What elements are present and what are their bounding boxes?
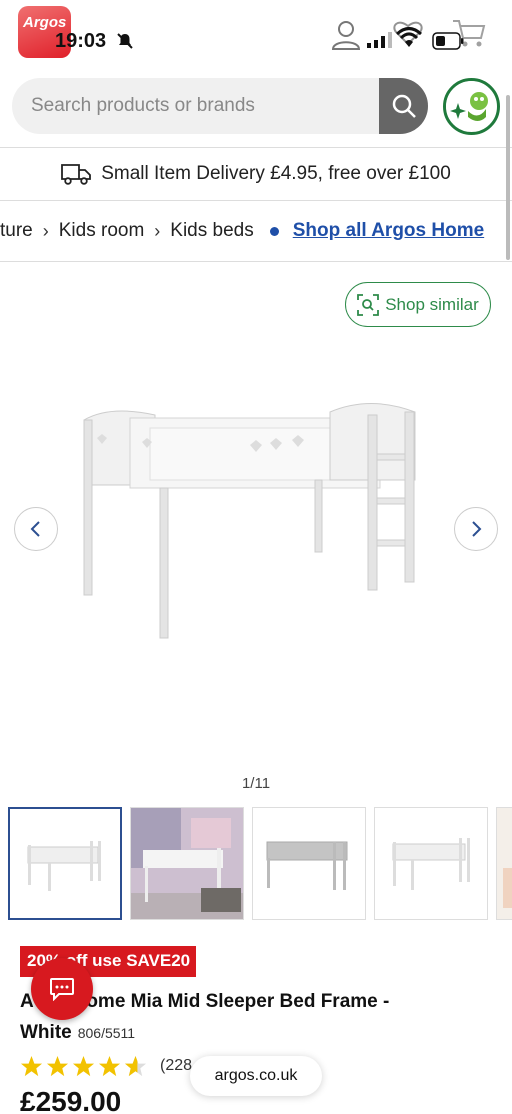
product-sku: 806/5511	[77, 1025, 136, 1041]
browser-url-pill[interactable]: argos.co.uk	[190, 1056, 322, 1096]
avatar-image	[446, 81, 496, 131]
rating-count: (228	[160, 1057, 193, 1074]
scrollbar[interactable]	[506, 95, 510, 260]
chevron-left-icon	[30, 521, 40, 537]
star-icon	[98, 1055, 121, 1076]
shop-all-argos-home-link[interactable]: Shop all Argos Home	[293, 220, 484, 242]
cart-icon[interactable]	[452, 18, 486, 48]
search-icon	[392, 94, 416, 118]
search-input[interactable]	[12, 78, 380, 134]
chat-button[interactable]	[31, 958, 93, 1020]
visual-search-icon	[357, 293, 380, 316]
thumbnail-strip	[8, 807, 512, 922]
thumbnail-image	[392, 838, 470, 890]
status-bar: Argos 19:03	[0, 0, 512, 70]
breadcrumb-item[interactable]: Kids room	[59, 220, 145, 242]
delivery-banner[interactable]: Small Item Delivery £4.95, free over £10…	[0, 148, 512, 200]
previous-image-button[interactable]	[14, 507, 58, 551]
shop-similar-label: Shop similar	[385, 294, 479, 314]
chevron-right-icon: ›	[154, 220, 161, 241]
thumbnail[interactable]	[8, 807, 122, 920]
bullet-dot	[269, 226, 279, 236]
divider	[0, 261, 512, 262]
chat-icon	[50, 978, 74, 1001]
breadcrumb-item[interactable]: Kids beds	[170, 220, 253, 242]
thumbnail-image	[266, 841, 348, 890]
product-title-line2: White	[20, 1022, 72, 1043]
delivery-van-icon	[61, 164, 92, 185]
thumbnail-image	[497, 808, 512, 919]
rating[interactable]: (228	[20, 1053, 192, 1079]
signal-icon	[367, 32, 392, 48]
product-price: £259.00	[20, 1086, 122, 1114]
shop-similar-button[interactable]: Shop similar	[345, 282, 491, 327]
account-icon[interactable]	[330, 20, 362, 50]
wifi-icon	[396, 27, 422, 47]
breadcrumb-item[interactable]: ture	[0, 220, 33, 242]
image-counter: 1/11	[241, 775, 271, 792]
product-image[interactable]	[70, 390, 440, 650]
search-bar	[12, 78, 428, 134]
delivery-text: Small Item Delivery £4.95, free over £10…	[101, 163, 451, 184]
thumbnail[interactable]	[374, 807, 488, 920]
thumbnail[interactable]	[252, 807, 366, 920]
star-icon	[46, 1055, 69, 1076]
thumbnail[interactable]	[130, 807, 244, 920]
star-icon	[72, 1055, 95, 1076]
status-time: 19:03	[55, 30, 107, 52]
chevron-right-icon: ›	[42, 220, 49, 241]
avatar[interactable]	[443, 78, 500, 135]
thumbnail-image	[131, 808, 243, 919]
star-half-icon	[124, 1055, 147, 1076]
thumbnail[interactable]	[496, 807, 512, 920]
breadcrumb: ture › Kids room › Kids beds Shop all Ar…	[0, 201, 512, 261]
next-image-button[interactable]	[454, 507, 498, 551]
thumbnail-image	[27, 841, 101, 891]
product-title-rest: ome Mia Mid Sleeper Bed Frame -	[86, 991, 390, 1012]
mute-icon	[117, 33, 133, 49]
star-icon	[20, 1055, 43, 1076]
search-button[interactable]	[379, 78, 428, 134]
chevron-right-icon	[472, 521, 482, 537]
